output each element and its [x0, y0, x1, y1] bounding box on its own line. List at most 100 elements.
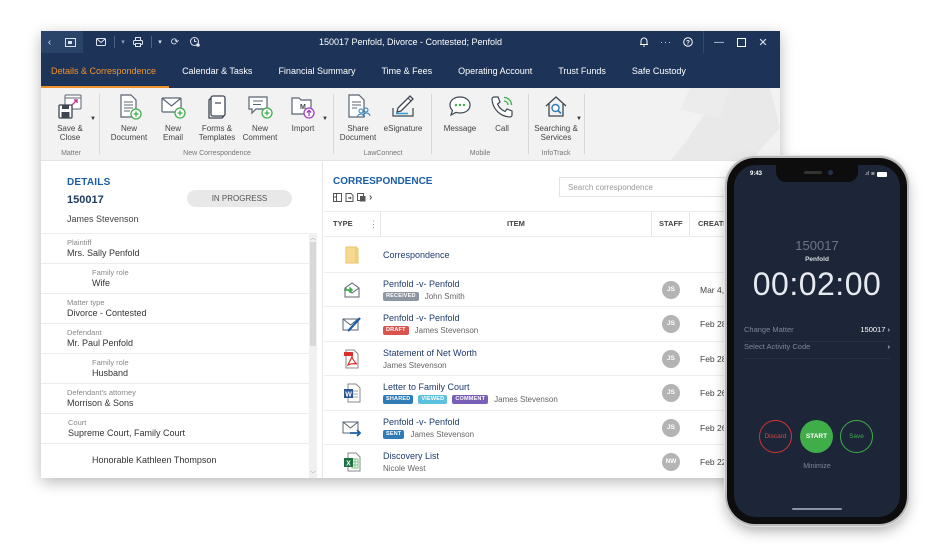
- row-title: Discovery List: [383, 451, 440, 461]
- staff-avatar: JS: [662, 418, 680, 437]
- discard-button[interactable]: Discard: [759, 420, 792, 453]
- app-window: ‹ ▾ ▾ ⟳ 150017 Penfold, Divorce - Contes…: [41, 31, 780, 478]
- table-row[interactable]: Penfold -v- Penfold RECEIVED John Smith …: [324, 273, 780, 307]
- timer-client: Penfold: [805, 256, 829, 263]
- details-fields: Plaintiff Mrs. Sally Penfold Family role…: [41, 233, 309, 478]
- maximize-icon: [736, 37, 746, 47]
- field-defendants-attorney[interactable]: Defendant's attorney Morrison & Sons: [41, 383, 309, 413]
- tab-details-correspondence[interactable]: Details & Correspondence: [41, 53, 170, 88]
- divider: [703, 31, 704, 53]
- shared-badge: SHARED: [383, 395, 414, 404]
- row-person: John Smith: [424, 291, 465, 301]
- minimize-button[interactable]: —: [708, 31, 730, 53]
- field-value: Morrison & Sons: [67, 398, 134, 408]
- row-title: Penfold -v- Penfold: [383, 313, 460, 323]
- field-value: Divorce - Contested: [67, 308, 147, 318]
- table-row[interactable]: Statement of Net Worth James Stevenson J…: [324, 342, 780, 376]
- status-bar-icons: .ıl ≋: [865, 171, 887, 177]
- scroll-down-icon[interactable]: ﹀: [309, 469, 317, 478]
- column-header-item[interactable]: ITEM: [507, 212, 525, 236]
- close-button[interactable]: ✕: [752, 31, 774, 53]
- details-heading: DETAILS: [67, 177, 111, 188]
- correspondence-heading: CORRESPONDENCE: [333, 176, 433, 187]
- maximize-button[interactable]: [730, 31, 752, 53]
- group-label-mobile: Mobile: [469, 150, 491, 157]
- field-label: Defendant's attorney: [67, 388, 136, 397]
- column-header-created[interactable]: CREATE: [698, 212, 728, 236]
- tab-trust-funds[interactable]: Trust Funds: [545, 53, 619, 88]
- table-row[interactable]: Penfold -v- Penfold SENT James Stevenson…: [324, 411, 780, 445]
- select-activity-code-row[interactable]: Select Activity Code ›: [744, 342, 890, 359]
- speaker-icon: [804, 171, 822, 174]
- staff-avatar: NW: [662, 453, 680, 471]
- minimize-link[interactable]: Minimize: [734, 463, 900, 470]
- save-button[interactable]: Save: [840, 420, 873, 453]
- row-title: Statement of Net Worth: [383, 347, 477, 358]
- divider: [333, 94, 334, 154]
- correspondence-toolbar: ›: [333, 192, 372, 203]
- tab-time-fees[interactable]: Time & Fees: [368, 53, 445, 88]
- field-defendant-family-role[interactable]: Family role Husband: [41, 353, 309, 383]
- status-badge[interactable]: IN PROGRESS: [187, 190, 292, 207]
- minimize-icon: —: [714, 36, 724, 48]
- column-header-type[interactable]: TYPE: [333, 212, 353, 236]
- created-date: Feb 28,: [700, 319, 729, 329]
- details-scrollbar[interactable]: ︿ ﹀: [309, 233, 317, 478]
- field-label: Family role: [92, 358, 129, 367]
- row-person: James Stevenson: [494, 395, 558, 404]
- svg-text:?: ?: [686, 39, 690, 46]
- table-row[interactable]: W Letter to Family Court SHARED VIEWED C…: [324, 376, 780, 411]
- column-header-staff[interactable]: STAFF: [659, 212, 683, 236]
- tab-financial-summary[interactable]: Financial Summary: [265, 53, 368, 88]
- tab-safe-custody[interactable]: Safe Custody: [619, 53, 699, 88]
- change-matter-row[interactable]: Change Matter 150017 ›: [744, 325, 890, 342]
- row-meta: DRAFT James Stevenson: [383, 326, 478, 335]
- field-court[interactable]: Court Supreme Court, Family Court: [41, 413, 309, 443]
- home-indicator[interactable]: [792, 508, 842, 510]
- table-row[interactable]: X Discovery List Nicole West NW Feb 22,: [324, 445, 780, 478]
- column-options-icon[interactable]: ⋮: [369, 212, 378, 236]
- created-date: Feb 26,: [700, 422, 729, 433]
- field-plaintiff-family-role[interactable]: Family role Wife: [41, 263, 309, 293]
- phone-screen: 9:43 .ıl ≋ 150017 Penfold 00:02:00 Chang…: [734, 165, 900, 517]
- field-judge[interactable]: Honorable Kathleen Thompson: [41, 443, 309, 475]
- comment-badge: COMMENT: [452, 395, 489, 404]
- table-row[interactable]: Correspondence: [324, 238, 780, 273]
- field-label: Matter type: [67, 298, 105, 307]
- phone-notch: [776, 165, 858, 182]
- sent-email-icon: [342, 418, 362, 438]
- field-defendant[interactable]: Defendant Mr. Paul Penfold: [41, 323, 309, 353]
- group-label-matter: Matter: [61, 150, 81, 157]
- export-icon[interactable]: [345, 193, 354, 202]
- matter-number: 150017: [67, 194, 104, 206]
- notifications-button[interactable]: [633, 31, 655, 53]
- draft-email-icon: [342, 314, 362, 334]
- row-meta: SHARED VIEWED COMMENT James Stevenson: [383, 395, 558, 404]
- group-label-infotrack: InfoTrack: [541, 150, 571, 157]
- battery-icon: [877, 171, 887, 177]
- help-button[interactable]: ?: [677, 31, 699, 53]
- scroll-up-icon[interactable]: ︿: [309, 233, 317, 242]
- tab-operating-account[interactable]: Operating Account: [445, 53, 545, 88]
- start-button[interactable]: START: [800, 420, 833, 453]
- field-value: Mr. Paul Penfold: [67, 338, 134, 348]
- table-row[interactable]: Penfold -v- Penfold DRAFT James Stevenso…: [324, 307, 780, 342]
- background-logo-watermark: [670, 88, 780, 160]
- svg-text:X: X: [346, 461, 351, 468]
- timer-matter-number: 150017: [795, 238, 839, 253]
- field-matter-type[interactable]: Matter type Divorce - Contested: [41, 293, 309, 323]
- copy-icon[interactable]: [357, 193, 366, 202]
- tab-calendar-tasks[interactable]: Calendar & Tasks: [169, 53, 265, 88]
- layout-icon[interactable]: [333, 193, 342, 202]
- camera-icon: [828, 170, 833, 175]
- more-button[interactable]: ···: [655, 31, 677, 53]
- status-bar-time: 9:43: [750, 171, 763, 177]
- search-correspondence-input[interactable]: [559, 177, 739, 197]
- scrollbar-thumb[interactable]: [310, 242, 316, 346]
- row-meta: James Stevenson: [383, 361, 447, 370]
- field-value: Husband: [92, 368, 129, 378]
- group-label-lawconnect: LawConnect: [363, 150, 403, 157]
- field-plaintiff[interactable]: Plaintiff Mrs. Sally Penfold: [41, 233, 309, 263]
- chevron-right-icon[interactable]: ›: [369, 192, 372, 203]
- mobile-phone-mockup: 9:43 .ıl ≋ 150017 Penfold 00:02:00 Chang…: [727, 158, 907, 524]
